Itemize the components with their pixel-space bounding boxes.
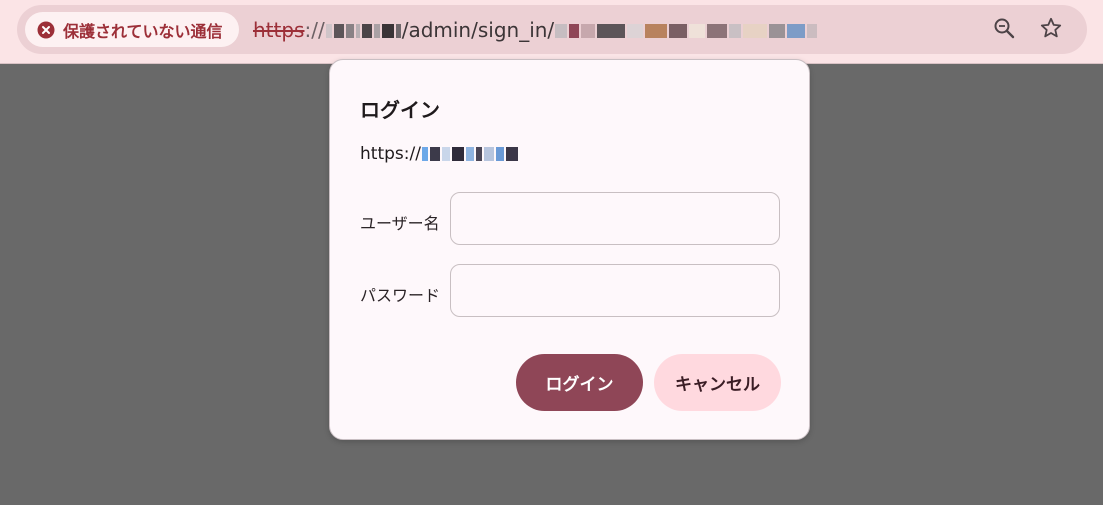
star-icon: [1039, 16, 1063, 44]
url-scheme: https: [253, 17, 305, 42]
origin-host-redacted: [421, 144, 519, 164]
password-input[interactable]: [450, 264, 780, 317]
url-separator: ://: [304, 17, 325, 42]
zoom-icon: [992, 16, 1016, 44]
browser-toolbar: 保護されていない通信 https:// /admin/sign_in/: [0, 0, 1103, 64]
url-host-redacted: [325, 18, 402, 42]
address-bar[interactable]: 保護されていない通信 https:// /admin/sign_in/: [17, 5, 1087, 54]
dialog-title: ログイン: [360, 98, 440, 122]
username-label: ユーザー名: [360, 214, 440, 233]
cancel-button[interactable]: キャンセル: [654, 354, 781, 411]
url-path: /admin/sign_in/: [401, 17, 555, 42]
url-text[interactable]: https:// /admin/sign_in/: [253, 5, 983, 54]
security-indicator[interactable]: 保護されていない通信: [25, 12, 239, 47]
origin-prefix: https://: [360, 144, 421, 164]
username-input[interactable]: [450, 192, 780, 245]
login-dialog: ログイン https:// ユーザー名 パスワード ログイン キャンセル: [329, 59, 810, 440]
login-button[interactable]: ログイン: [516, 354, 643, 411]
dialog-origin: https://: [360, 144, 519, 164]
url-query-redacted: [554, 18, 818, 42]
zoom-button[interactable]: [986, 12, 1022, 48]
password-label: パスワード: [360, 286, 441, 305]
bookmark-button[interactable]: [1033, 12, 1069, 48]
warning-circle-icon: [37, 21, 55, 39]
security-label: 保護されていない通信: [63, 21, 223, 41]
